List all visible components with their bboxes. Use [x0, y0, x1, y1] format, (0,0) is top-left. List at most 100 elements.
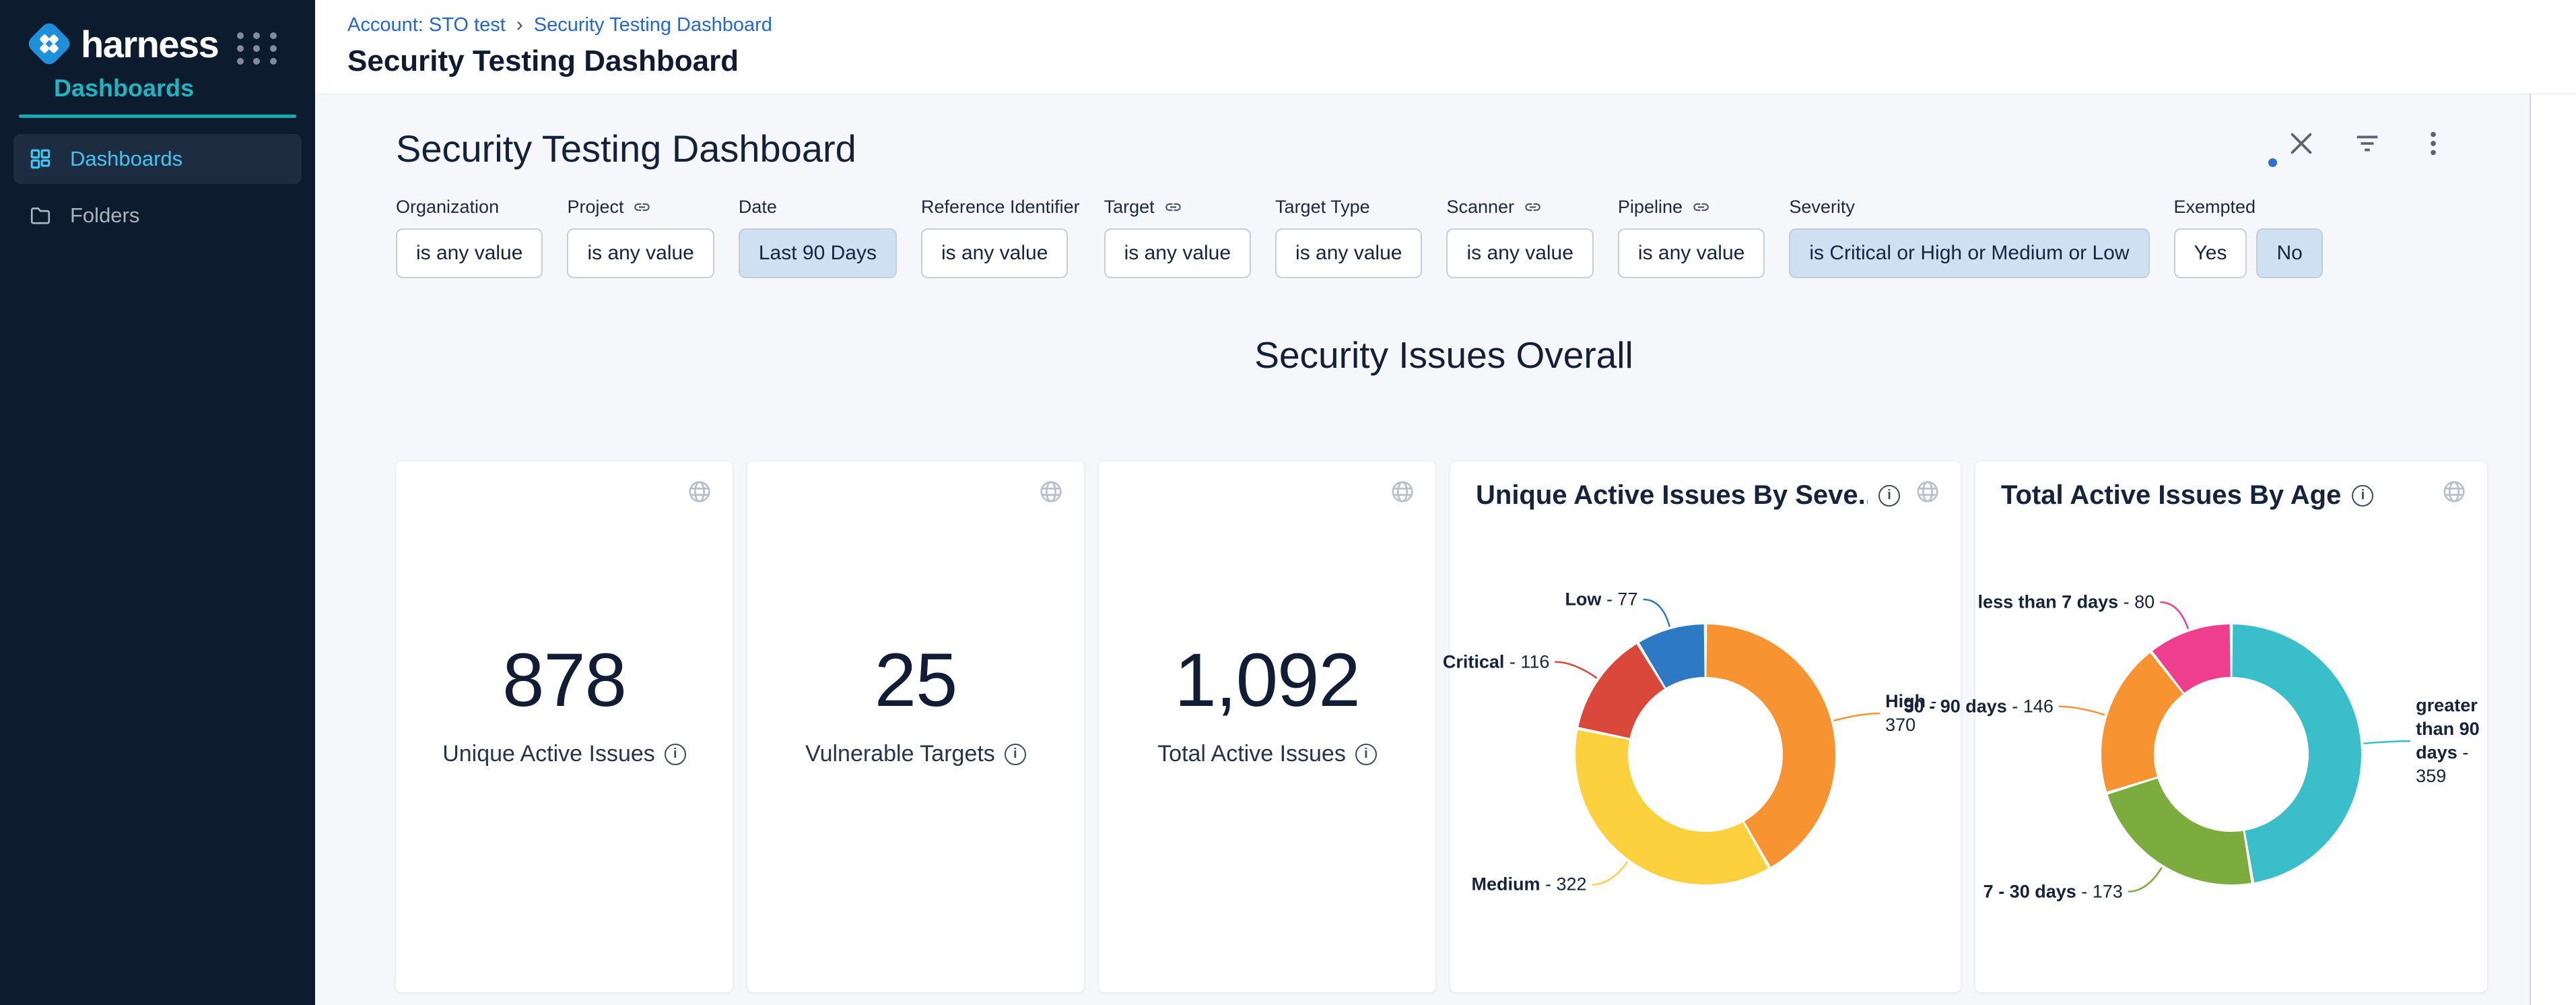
- globe-icon[interactable]: [1915, 479, 1940, 505]
- filter-label: Date: [739, 196, 897, 218]
- filter-project: Projectis any value: [567, 196, 714, 278]
- link-icon: [1692, 198, 1710, 216]
- info-icon[interactable]: i: [665, 744, 686, 765]
- filter-chip[interactable]: Last 90 Days: [739, 228, 897, 278]
- filter-target-type: Target Type is any value: [1275, 196, 1422, 278]
- filter-chip[interactable]: No: [2256, 228, 2322, 278]
- donut-chart-svg: [1975, 511, 2487, 992]
- breadcrumb-separator: ›: [516, 13, 523, 36]
- link-icon: [633, 198, 651, 216]
- donut-slice-greater-than-90-days[interactable]: [2233, 651, 2335, 857]
- filter-label: Target: [1104, 196, 1251, 218]
- donut-label: Critical - 116: [1443, 650, 1550, 674]
- leader-line: [1592, 862, 1628, 884]
- chart-title: Total Active Issues By Age: [2001, 480, 2341, 511]
- chart-title: Unique Active Issues By Seve...: [1476, 480, 1868, 511]
- filter-bar: Organizationis any valueProjectis any va…: [396, 196, 2492, 278]
- kpi-label: Total Active Issues: [1157, 741, 1346, 767]
- filter-scanner: Scanner is any value: [1446, 196, 1593, 278]
- module-underline: [19, 115, 296, 118]
- breadcrumb-account-link[interactable]: Account: STO test: [347, 14, 506, 36]
- kebab-icon: [2418, 128, 2449, 159]
- donut-label: 7 - 30 days - 173: [1984, 880, 2123, 903]
- main: Account: STO test › Security Testing Das…: [315, 0, 2576, 1005]
- close-icon: [2286, 128, 2317, 159]
- donut-slice-high[interactable]: [1707, 651, 1809, 844]
- topbar: Account: STO test › Security Testing Das…: [315, 0, 2576, 94]
- chart-card-issues-by-severity: Unique Active Issues By Seve... i High -…: [1450, 461, 1961, 992]
- globe-icon[interactable]: [1390, 479, 1415, 505]
- chart-card-issues-by-age: Total Active Issues By Age i greater tha…: [1975, 461, 2487, 992]
- app: harness Dashboards Dashboards: [0, 0, 2576, 1005]
- filter-pipeline: Pipelineis any value: [1618, 196, 1765, 278]
- filter-chip[interactable]: Yes: [2174, 228, 2247, 278]
- filter-label: Organization: [396, 196, 543, 218]
- filter-chip[interactable]: is any value: [1104, 228, 1251, 278]
- dashboard-actions: [2286, 128, 2449, 159]
- filter-icon: [2352, 128, 2383, 159]
- donut-chart-age[interactable]: greater than 90 days - 359 7 - 30 days - …: [1975, 511, 2487, 992]
- kpi-card-total-active-issues: 1,092 Total Active Issues i: [1099, 461, 1435, 992]
- donut-slice-medium[interactable]: [1602, 735, 1755, 858]
- sidebar-item-folders[interactable]: Folders: [13, 191, 302, 240]
- filter-chip[interactable]: is any value: [567, 228, 714, 278]
- sidebar-item-label: Dashboards: [70, 147, 182, 171]
- filter-label: Scanner: [1446, 196, 1593, 218]
- sidebar: harness Dashboards Dashboards: [0, 0, 315, 1005]
- folder-icon: [28, 203, 53, 228]
- more-options-button[interactable]: [2418, 128, 2449, 159]
- donut-label: 30 - 90 days - 146: [1904, 694, 2054, 718]
- filter-label: Target Type: [1275, 196, 1422, 218]
- donut-slice-7-30-days[interactable]: [2133, 787, 2247, 858]
- filter-target: Target is any value: [1104, 196, 1251, 278]
- kpi-value: 25: [805, 637, 1026, 723]
- info-icon[interactable]: i: [1355, 744, 1377, 765]
- donut-slice-30-90-days[interactable]: [2128, 674, 2167, 784]
- donut-slice-less-than-7-days[interactable]: [2169, 651, 2230, 672]
- kpi-card-unique-active-issues: 878 Unique Active Issues i: [396, 461, 733, 992]
- filter-chip[interactable]: is Critical or High or Medium or Low: [1789, 228, 2149, 278]
- donut-label: Medium - 322: [1471, 873, 1586, 897]
- dashboard-title: Security Testing Dashboard: [396, 127, 2492, 170]
- cards-row: 878 Unique Active Issues i: [396, 461, 2492, 992]
- filter-chip[interactable]: is any value: [1618, 228, 1765, 278]
- dashboard-panel: Security Testing Dashboard Organization i…: [315, 94, 2531, 1005]
- filter-chip[interactable]: is any value: [396, 228, 543, 278]
- module-name: Dashboards: [54, 74, 315, 102]
- donut-slice-critical[interactable]: [1604, 666, 1650, 732]
- filter-chip[interactable]: is any value: [1446, 228, 1593, 278]
- breadcrumb-page-link[interactable]: Security Testing Dashboard: [534, 14, 772, 36]
- breadcrumb: Account: STO test › Security Testing Das…: [347, 13, 2576, 36]
- globe-icon[interactable]: [687, 479, 712, 505]
- filter-severity: Severityis Critical or High or Medium or…: [1789, 196, 2149, 278]
- page-title: Security Testing Dashboard: [347, 44, 2576, 78]
- sidebar-header: harness Dashboards: [0, 0, 315, 102]
- sidebar-nav: Dashboards Folders: [0, 134, 315, 240]
- leader-line: [2059, 707, 2105, 715]
- filter-chip[interactable]: is any value: [1275, 228, 1422, 278]
- info-icon[interactable]: i: [2352, 485, 2373, 507]
- kpi-card-vulnerable-targets: 25 Vulnerable Targets i: [747, 461, 1084, 992]
- filter-date: Date Last 90 Days: [739, 196, 897, 278]
- info-icon[interactable]: i: [1005, 744, 1026, 765]
- donut-label: less than 7 days - 80: [1978, 590, 2155, 614]
- donut-slice-low[interactable]: [1653, 651, 1705, 665]
- globe-icon[interactable]: [2441, 479, 2467, 505]
- filter-label: Reference Identifier: [921, 196, 1080, 218]
- leader-line: [1834, 713, 1880, 721]
- donut-chart-severity[interactable]: High - 370Medium - 322Critical - 116Low …: [1450, 511, 1961, 992]
- leader-line: [1555, 662, 1596, 678]
- scrollbar-track[interactable]: [2531, 94, 2576, 1005]
- kpi-label: Unique Active Issues: [442, 741, 655, 767]
- sidebar-item-dashboards[interactable]: Dashboards: [13, 134, 302, 184]
- filter-button[interactable]: [2352, 128, 2383, 159]
- globe-icon[interactable]: [1038, 479, 1064, 505]
- app-switcher-icon[interactable]: [237, 32, 280, 65]
- info-icon[interactable]: i: [1878, 485, 1900, 507]
- leader-line: [2363, 741, 2410, 743]
- filter-chip[interactable]: is any value: [921, 228, 1068, 278]
- close-button[interactable]: [2286, 128, 2317, 159]
- filter-organization: Organization is any value: [396, 196, 543, 278]
- donut-label: greater than 90 days - 359: [2416, 694, 2487, 788]
- kpi-value: 1,092: [1157, 637, 1377, 723]
